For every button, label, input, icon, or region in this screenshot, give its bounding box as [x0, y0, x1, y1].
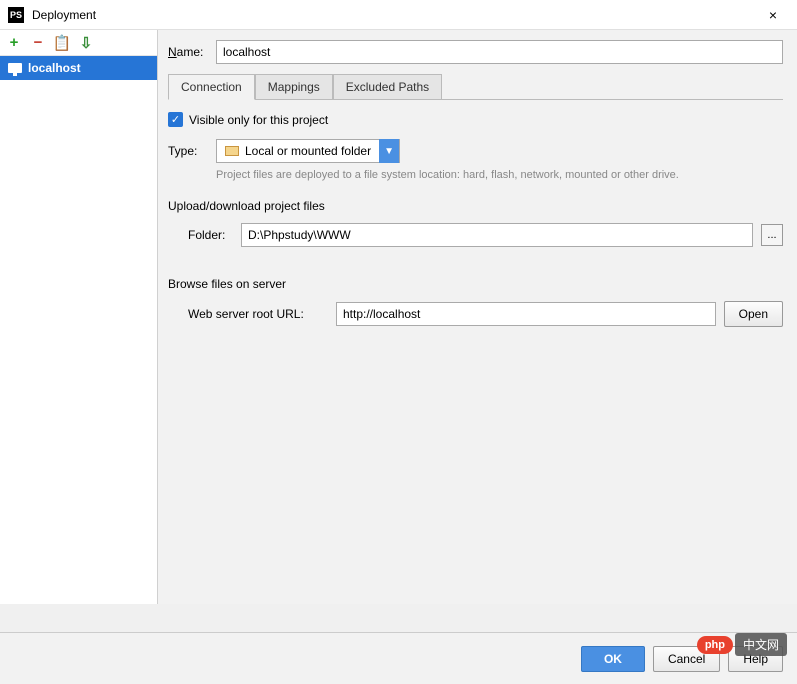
server-item-localhost[interactable]: localhost — [0, 56, 157, 80]
upload-section-title: Upload/download project files — [168, 199, 783, 213]
titlebar: PS Deployment × — [0, 0, 797, 30]
cancel-button[interactable]: Cancel — [653, 646, 720, 672]
sidebar-toolbar: + − 📋 ⇩ — [0, 30, 157, 56]
close-button[interactable]: × — [757, 3, 789, 27]
server-item-label: localhost — [28, 61, 81, 75]
visible-only-label: Visible only for this project — [189, 113, 328, 127]
name-label: Name: — [168, 45, 216, 59]
folder-row: Folder: ... — [188, 223, 783, 247]
content-panel: Name: Connection Mappings Excluded Paths… — [158, 30, 797, 604]
url-label: Web server root URL: — [188, 307, 328, 321]
visible-only-checkbox[interactable]: ✓ — [168, 112, 183, 127]
server-list: localhost — [0, 56, 157, 604]
type-label: Type: — [168, 144, 208, 158]
tab-connection[interactable]: Connection — [168, 74, 255, 100]
url-row: Web server root URL: Open — [188, 301, 783, 327]
open-button[interactable]: Open — [724, 301, 783, 327]
type-select[interactable]: Local or mounted folder ▼ — [216, 139, 400, 163]
type-select-body: Local or mounted folder — [217, 144, 379, 158]
server-icon — [8, 63, 22, 73]
footer: OK Cancel Help — [0, 632, 797, 684]
copy-icon[interactable]: 📋 — [54, 35, 70, 51]
tab-mappings[interactable]: Mappings — [255, 74, 333, 99]
download-icon[interactable]: ⇩ — [78, 35, 94, 51]
folder-icon — [225, 146, 239, 156]
help-button[interactable]: Help — [728, 646, 783, 672]
visible-only-row: ✓ Visible only for this project — [168, 112, 783, 127]
type-value: Local or mounted folder — [245, 144, 371, 158]
tabs: Connection Mappings Excluded Paths — [168, 74, 783, 100]
type-hint: Project files are deployed to a file sys… — [216, 169, 783, 181]
tab-excluded-paths[interactable]: Excluded Paths — [333, 74, 442, 99]
browse-button[interactable]: ... — [761, 224, 783, 246]
add-icon[interactable]: + — [6, 35, 22, 51]
chevron-down-icon[interactable]: ▼ — [379, 139, 399, 163]
ok-button[interactable]: OK — [581, 646, 645, 672]
browse-section-title: Browse files on server — [168, 277, 783, 291]
main-area: + − 📋 ⇩ localhost Name: Connection Mappi… — [0, 30, 797, 604]
folder-label: Folder: — [188, 228, 233, 242]
url-input[interactable] — [336, 302, 716, 326]
folder-input[interactable] — [241, 223, 753, 247]
name-row: Name: — [168, 40, 783, 64]
sidebar: + − 📋 ⇩ localhost — [0, 30, 158, 604]
app-icon: PS — [8, 7, 24, 23]
name-input[interactable] — [216, 40, 783, 64]
remove-icon[interactable]: − — [30, 35, 46, 51]
window-title: Deployment — [32, 8, 757, 22]
type-row: Type: Local or mounted folder ▼ — [168, 139, 783, 163]
